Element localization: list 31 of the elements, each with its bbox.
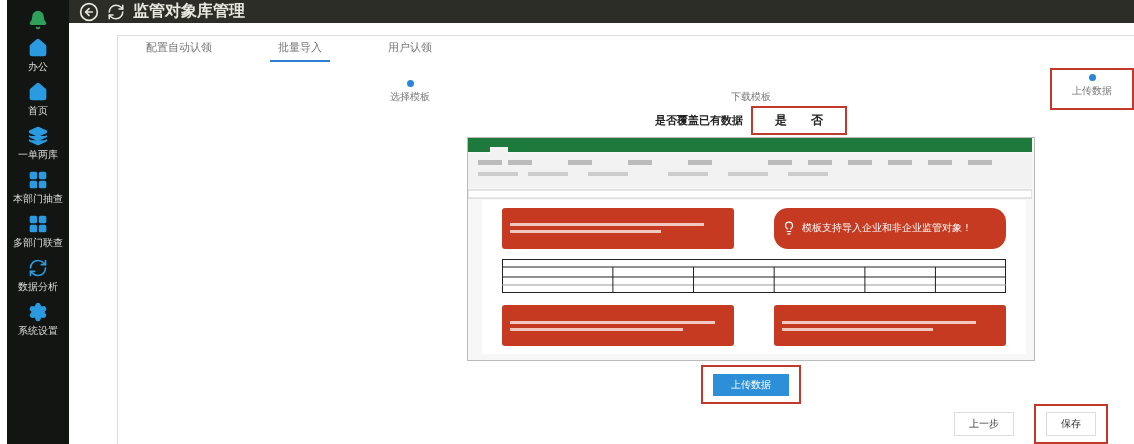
layers-icon bbox=[28, 126, 48, 146]
step-label: 选择模板 bbox=[390, 90, 430, 104]
refresh-icon bbox=[28, 258, 48, 278]
sidebar-item[interactable]: 办公 bbox=[28, 38, 48, 74]
home-icon bbox=[28, 82, 48, 102]
bell-icon[interactable] bbox=[28, 10, 48, 30]
tab[interactable]: 配置自动认领 bbox=[138, 40, 220, 62]
tab[interactable]: 用户认领 bbox=[380, 40, 440, 62]
sidebar-item[interactable]: 系统设置 bbox=[18, 302, 58, 338]
gear-icon bbox=[28, 302, 48, 322]
windows-icon bbox=[28, 214, 48, 234]
windows-icon bbox=[28, 170, 48, 190]
overwrite-label: 是否覆盖已有数据 bbox=[655, 113, 743, 128]
tip-text: 模板支持导入企业和非企业监管对象！ bbox=[802, 221, 972, 236]
step-label: 下载模板 bbox=[731, 90, 771, 104]
lightbulb-icon bbox=[782, 221, 796, 236]
footer-button[interactable]: 上一步 bbox=[954, 412, 1014, 436]
tab[interactable]: 批量导入 bbox=[270, 40, 330, 62]
back-icon[interactable] bbox=[79, 1, 99, 22]
sidebar-item[interactable]: 本部门抽查 bbox=[13, 170, 63, 206]
refresh-icon[interactable] bbox=[107, 2, 125, 21]
sidebar-item[interactable]: 多部门联查 bbox=[13, 214, 63, 250]
step-label: 上传数据 bbox=[1072, 84, 1112, 98]
sidebar-item[interactable]: 首页 bbox=[28, 82, 48, 118]
sidebar-item[interactable]: 数据分析 bbox=[18, 258, 58, 294]
option[interactable]: 否 bbox=[811, 112, 823, 129]
page-title: 监管对象库管理 bbox=[133, 1, 245, 22]
home-icon bbox=[28, 38, 48, 58]
option[interactable]: 是 bbox=[775, 112, 787, 129]
sidebar-item[interactable]: 一单两库 bbox=[18, 126, 58, 162]
footer-button[interactable]: 保存 bbox=[1046, 412, 1096, 436]
